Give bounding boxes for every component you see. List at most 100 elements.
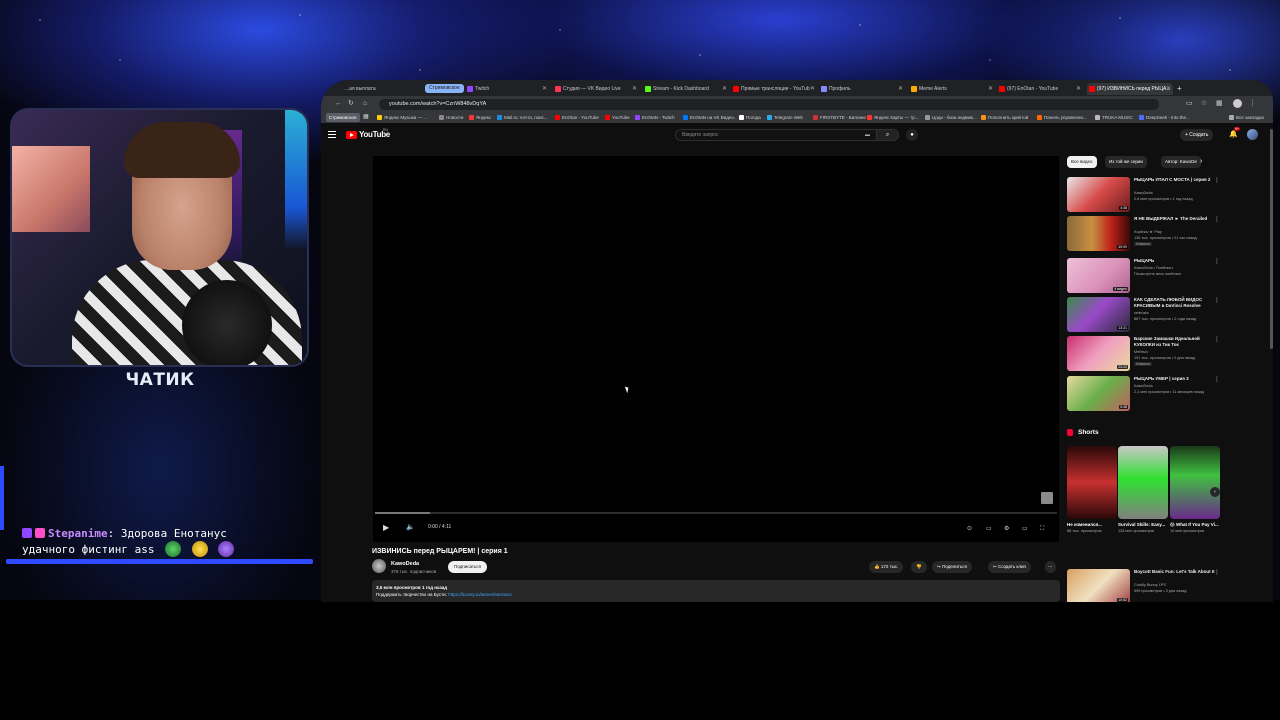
dislike-button[interactable]: 👎	[911, 561, 927, 573]
rec-title[interactable]: КАК СДЕЛАТЬ ЛЮБОЙ ВИДОС КРАСИВЫМ в DaVin…	[1134, 297, 1218, 309]
bookmark[interactable]: Погода	[739, 113, 761, 122]
tab[interactable]: (97) EnOtan - YouTube ✕	[997, 83, 1083, 95]
share-button[interactable]: ↪ Поделиться	[932, 561, 972, 573]
video-thumbnail[interactable]: 23:22	[1067, 336, 1130, 371]
rec-channel[interactable]: Kuplinov ► Play	[1134, 230, 1162, 234]
extensions-icon[interactable]: ▦	[1216, 100, 1223, 108]
recommendation-item[interactable]: 5:38 РЫЦАРЬ УМЕР | серия 3 KawoDeda 2,1 …	[1067, 376, 1227, 412]
bookmark[interactable]: Все закладки	[1229, 113, 1264, 122]
more-vert-icon[interactable]: ⋮	[1214, 216, 1220, 223]
rec-title[interactable]: РЫЦАРЬ УПАЛ С МОСТА | серия 2	[1134, 177, 1218, 183]
bookmark[interactable]: Новости	[439, 113, 463, 122]
short-item[interactable]: Survival Skills: Easy... 128 млн просмот…	[1118, 446, 1168, 533]
recommendation-playlist[interactable]: 4 видео РЫЦАРЬ KawoDeda • Плейлист Посмо…	[1067, 258, 1227, 294]
short-thumbnail[interactable]	[1118, 446, 1168, 519]
rec-title[interactable]: Boycott Basic Fun: Let's Talk About It	[1134, 569, 1218, 575]
settings-icon[interactable]: ⚙	[1004, 524, 1009, 534]
video-thumbnail[interactable]: 13:21	[1067, 297, 1130, 332]
close-icon[interactable]: ✕	[542, 83, 547, 95]
recommendation-item[interactable]: 13:21 КАК СДЕЛАТЬ ЛЮБОЙ ВИДОС КРАСИВЫМ в…	[1067, 297, 1227, 333]
new-tab-button[interactable]: +	[1175, 83, 1187, 95]
bookmark[interactable]: DeepSeek - Into the...	[1139, 113, 1190, 122]
subtitles-icon[interactable]: ▭	[986, 524, 992, 534]
hamburger-menu-icon[interactable]	[328, 131, 336, 138]
bookmark[interactable]: EnOtaN на VK Видео...	[683, 113, 738, 122]
video-thumbnail[interactable]: 10:52	[1067, 569, 1130, 602]
tab-active[interactable]: (97) ИЗВИНИСЬ перед РЫЦА... ✕	[1087, 83, 1173, 95]
chip-same-series[interactable]: Из той же серии	[1105, 156, 1147, 168]
address-bar[interactable]: youtube.com/watch?v=CznW848vDqYA	[379, 99, 1159, 110]
more-vert-icon[interactable]: ⋮	[1214, 376, 1220, 383]
tab-group[interactable]: Стримовское	[425, 84, 464, 93]
more-vert-icon[interactable]: ⋮	[1214, 569, 1220, 576]
play-icon[interactable]: ▶	[383, 523, 389, 533]
bookmark[interactable]: Яндекс Карты — тр...	[867, 113, 919, 122]
menu-icon[interactable]: ⋮	[1249, 100, 1256, 108]
close-icon[interactable]: ✕	[632, 83, 637, 95]
volume-icon[interactable]: 🔈	[406, 523, 415, 533]
bookmark-group[interactable]: Стримовское	[326, 113, 360, 122]
tab[interactable]: Профиль ✕	[819, 83, 905, 95]
bookmark-star-icon[interactable]: ☆	[1201, 100, 1207, 108]
rec-channel[interactable]: KawoDeda	[1134, 191, 1153, 195]
bookmark[interactable]: Пополнить криптой	[981, 113, 1028, 122]
channel-name[interactable]: KawoDeda	[391, 561, 419, 567]
close-icon[interactable]: ✕	[722, 83, 727, 95]
close-icon[interactable]: ✕	[1166, 83, 1171, 95]
keyboard-icon[interactable]: ▬	[865, 132, 870, 138]
bookmark[interactable]: TRUKA MUSIC	[1095, 113, 1133, 122]
rec-channel[interactable]: Мейтыч	[1134, 350, 1148, 354]
rec-title[interactable]: РЫЦАРЬ	[1134, 258, 1218, 264]
account-avatar[interactable]	[1247, 129, 1258, 140]
close-icon[interactable]: ✕	[810, 83, 815, 95]
subscribe-button[interactable]: Подписаться	[448, 561, 487, 573]
theater-mode-icon[interactable]: ▭	[1022, 524, 1028, 534]
install-icon[interactable]: ▭	[1186, 100, 1193, 108]
chevron-right-icon[interactable]: ›	[1200, 158, 1202, 165]
recommendation-item[interactable]: 4:38 РЫЦАРЬ УПАЛ С МОСТА | серия 2 KawoD…	[1067, 177, 1227, 213]
channel-watermark[interactable]	[1041, 492, 1053, 504]
progress-bar[interactable]	[375, 512, 1057, 514]
bookmark[interactable]: Цоди - база недвиж...	[925, 113, 977, 122]
bookmark[interactable]: Яндекс	[469, 113, 491, 122]
bookmark[interactable]: EnOtan - YouTube	[555, 113, 599, 122]
short-title[interactable]: Не изменился...	[1067, 522, 1117, 528]
bell-icon[interactable]: 🔔	[1229, 130, 1238, 138]
create-button[interactable]: + Создать	[1180, 129, 1214, 141]
recommendation-item[interactable]: 10:52 Boycott Basic Fun: Let's Talk Abou…	[1067, 569, 1227, 602]
home-icon[interactable]: ⌂	[363, 100, 367, 108]
short-title[interactable]: 😱 What If You Pay Vi...	[1170, 522, 1220, 528]
video-player[interactable]: ▶ 🔈 0:00 / 4:11 ⊙ ▭ ⚙ ▭ ⛶	[373, 156, 1059, 542]
scrollbar[interactable]	[1270, 129, 1273, 349]
profile-avatar[interactable]	[1233, 99, 1242, 108]
bookmark[interactable]: Яндекс Музыка — ...	[377, 113, 427, 122]
youtube-logo-icon[interactable]	[346, 131, 357, 139]
clip-button[interactable]: ✂ Создать клип	[988, 561, 1031, 573]
rec-channel[interactable]: KawoDeda	[1134, 384, 1153, 388]
description-link[interactable]: https://boosty.to/iamembarrasss	[448, 592, 511, 597]
chip-all-videos[interactable]: Все видео	[1067, 156, 1097, 168]
tab[interactable]: Twitch ✕	[465, 83, 549, 95]
bookmark[interactable]: Панель управлени...	[1037, 113, 1087, 122]
channel-avatar[interactable]	[372, 559, 386, 573]
bookmark[interactable]: EnOtaN - Twitch	[635, 113, 675, 122]
tab[interactable]: Meme Alerts ✕	[909, 83, 995, 95]
video-thumbnail[interactable]: 5:38	[1067, 376, 1130, 411]
chip-author[interactable]: Автор: KawoDe	[1161, 156, 1201, 168]
short-item[interactable]: Не изменился... 68 тыс. просмотров	[1067, 446, 1117, 533]
like-button[interactable]: 👍 172 тыс.	[869, 561, 904, 573]
autoplay-toggle[interactable]: ⊙	[967, 524, 972, 534]
back-icon[interactable]: ←	[335, 100, 342, 108]
chevron-right-icon[interactable]: ›	[1210, 487, 1220, 497]
bookmark[interactable]: Mail.ru: почта, поис...	[497, 113, 548, 122]
short-thumbnail[interactable]	[1067, 446, 1117, 519]
rec-channel[interactable]: Cuddly Bunny LPS	[1134, 583, 1166, 587]
short-thumbnail[interactable]	[1170, 446, 1220, 519]
rec-meta[interactable]: Посмотреть весь плейлист	[1134, 272, 1181, 276]
video-thumbnail[interactable]: 49:09	[1067, 216, 1130, 251]
recommendation-item[interactable]: 23:22 Барские Замашки Идеальной КУКОЛКИ …	[1067, 336, 1227, 372]
bookmark[interactable]: Telegram Web	[767, 113, 803, 122]
rec-title[interactable]: Я НЕ ВЫДЕРЖАЛ ► The Derailed	[1134, 216, 1218, 222]
more-vert-icon[interactable]: ⋮	[1214, 336, 1220, 343]
bookmark[interactable]: FIRSTBYTE - Биллинг	[813, 113, 866, 122]
